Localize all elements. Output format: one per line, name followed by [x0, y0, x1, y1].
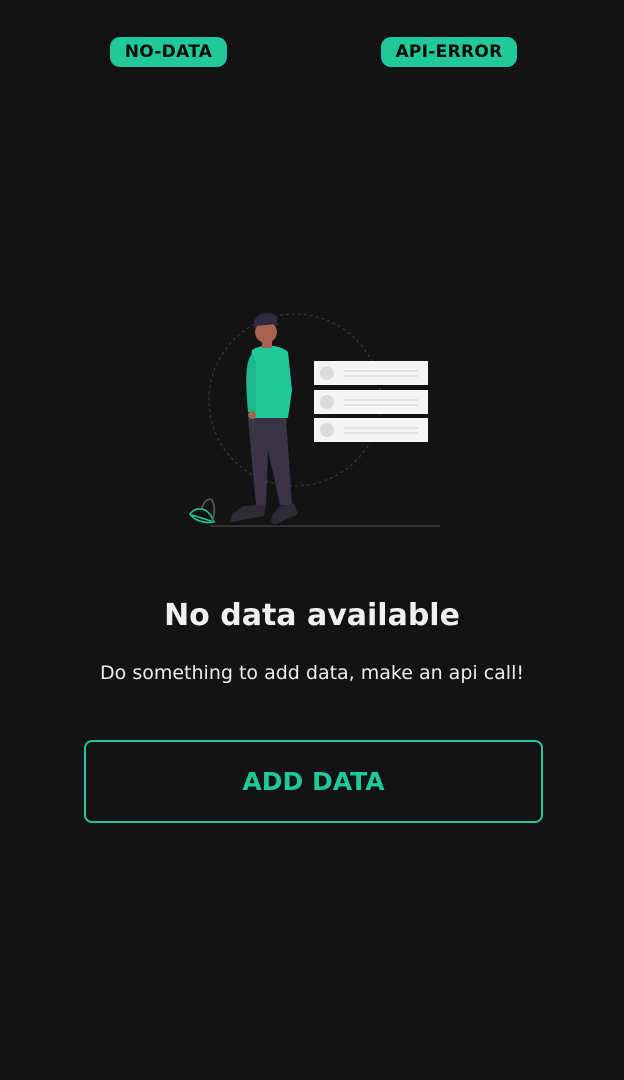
no-data-button[interactable]: NO-DATA	[110, 37, 227, 67]
person-with-list-illustration-icon	[189, 313, 440, 527]
add-data-button[interactable]: ADD DATA	[84, 740, 543, 823]
api-error-button[interactable]: API-ERROR	[381, 37, 517, 67]
empty-state-subtitle: Do something to add data, make an api ca…	[100, 662, 524, 684]
empty-state-title: No data available	[164, 598, 460, 633]
